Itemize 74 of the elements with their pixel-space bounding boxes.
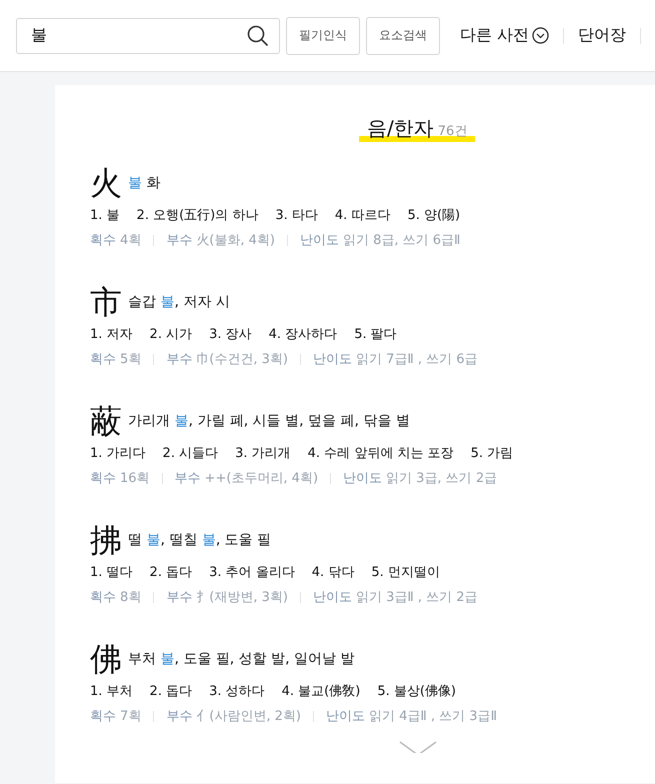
stat-label: 부수 xyxy=(166,232,192,249)
hanja-link[interactable]: 佛 xyxy=(90,638,122,680)
sense-text: 2. 돕다 xyxy=(150,683,192,700)
stat-value: 8획 xyxy=(120,589,142,606)
section-title: 음/한자 xyxy=(367,115,434,142)
sense-text: 4. 불교(佛敎) xyxy=(282,683,360,700)
hanja-link[interactable]: 拂 xyxy=(90,519,122,561)
sense-text: 4. 수레 앞뒤에 치는 포장 xyxy=(308,445,454,462)
stat-label: 부수 xyxy=(166,351,192,368)
sense-text: 5. 불상(佛像) xyxy=(377,683,456,700)
sense-text: 1. 저자 xyxy=(90,326,133,343)
sense-text: 4. 따르다 xyxy=(334,207,390,224)
stat-value: 16획 xyxy=(120,470,150,487)
chevron-circle-icon xyxy=(532,27,549,44)
stat-value: 읽기 3급Ⅱ , 쓰기 2급 xyxy=(356,589,478,606)
reading-text: 불 화 xyxy=(128,174,160,192)
reading-text: 부처 불, 도울 필, 성할 발, 일어날 발 xyxy=(128,650,355,668)
stat-label: 난이도 xyxy=(300,232,339,249)
sense-text: 2. 돕다 xyxy=(150,564,192,581)
stat-value: 읽기 7급Ⅱ , 쓰기 6급 xyxy=(356,351,478,368)
sense-text: 3. 성하다 xyxy=(209,683,265,700)
sense-text: 2. 시가 xyxy=(150,326,192,343)
sense-text: 1. 불 xyxy=(90,207,120,224)
stat-label: 획수 xyxy=(90,708,116,725)
tool-button[interactable]: 필기인식 xyxy=(286,16,360,54)
sense-text: 1. 가리다 xyxy=(90,445,146,462)
sense-text: 1. 부처 xyxy=(90,683,133,700)
sense-text: 1. 떨다 xyxy=(90,564,133,581)
stat-value: 扌(재방변, 3획) xyxy=(196,589,288,606)
sense-text: 3. 장사 xyxy=(209,326,252,343)
stat-value: 4획 xyxy=(120,232,142,249)
stat-label: 부수 xyxy=(166,708,192,725)
sense-text: 2. 시들다 xyxy=(162,445,218,462)
sense-text: 5. 먼지떨이 xyxy=(371,564,440,581)
sense-text: 3. 타다 xyxy=(275,207,318,224)
stat-value: ++(초두머리, 4획) xyxy=(204,470,318,487)
sense-text: 2. 오행(五行)의 하나 xyxy=(136,207,258,224)
stat-label: 난이도 xyxy=(326,708,365,725)
sense-text: 4. 장사하다 xyxy=(268,326,338,343)
stat-label: 부수 xyxy=(166,589,192,606)
tool-button[interactable]: 요소검색 xyxy=(366,16,440,54)
sense-text: 5. 팔다 xyxy=(354,326,397,343)
stat-value: 읽기 8급, 쓰기 6급Ⅱ xyxy=(342,232,460,249)
result-count: 76건 xyxy=(438,123,468,140)
hanja-link[interactable]: 市 xyxy=(90,281,122,323)
stat-value: 읽기 4급Ⅱ , 쓰기 3급Ⅱ xyxy=(368,708,497,725)
stat-value: 5획 xyxy=(120,351,142,368)
stat-value: 7획 xyxy=(120,708,142,725)
stat-value: 巾(수건건, 3획) xyxy=(196,351,288,368)
stat-label: 획수 xyxy=(90,589,116,606)
stat-label: 획수 xyxy=(90,470,116,487)
stat-label: 난이도 xyxy=(312,589,352,606)
hanja-link[interactable]: 蔽 xyxy=(90,400,122,442)
stat-value: 火(불화, 4획) xyxy=(196,232,275,249)
reading-text: 가리개 불, 가릴 폐, 시들 별, 덮을 폐, 닦을 별 xyxy=(128,412,410,430)
sense-text: 3. 가리개 xyxy=(235,445,291,462)
stat-label: 부수 xyxy=(174,470,201,487)
sense-text: 4. 닦다 xyxy=(312,564,354,581)
stat-label: 획수 xyxy=(90,351,116,368)
search-icon[interactable] xyxy=(246,24,269,46)
hanja-link[interactable]: 火 xyxy=(90,162,122,204)
stat-value: 읽기 3급, 쓰기 2급 xyxy=(386,470,498,487)
sense-text: 5. 양(陽) xyxy=(407,207,460,224)
stat-value: 亻(사람인변, 2획) xyxy=(196,708,301,725)
stat-label: 난이도 xyxy=(312,351,352,368)
reading-text: 슬갑 불, 저자 시 xyxy=(128,293,230,311)
search-field[interactable]: 불 xyxy=(16,18,280,54)
nav-link[interactable]: 단어장 xyxy=(578,25,626,46)
stat-label: 획수 xyxy=(90,232,116,249)
sense-text: 5. 가림 xyxy=(470,445,514,462)
dropdown-link[interactable]: 다른 사전 xyxy=(460,25,549,46)
stat-label: 난이도 xyxy=(343,470,382,487)
reading-text: 떨 불, 떨칠 불, 도울 필 xyxy=(128,531,272,549)
sense-text: 3. 추어 올리다 xyxy=(209,564,295,581)
